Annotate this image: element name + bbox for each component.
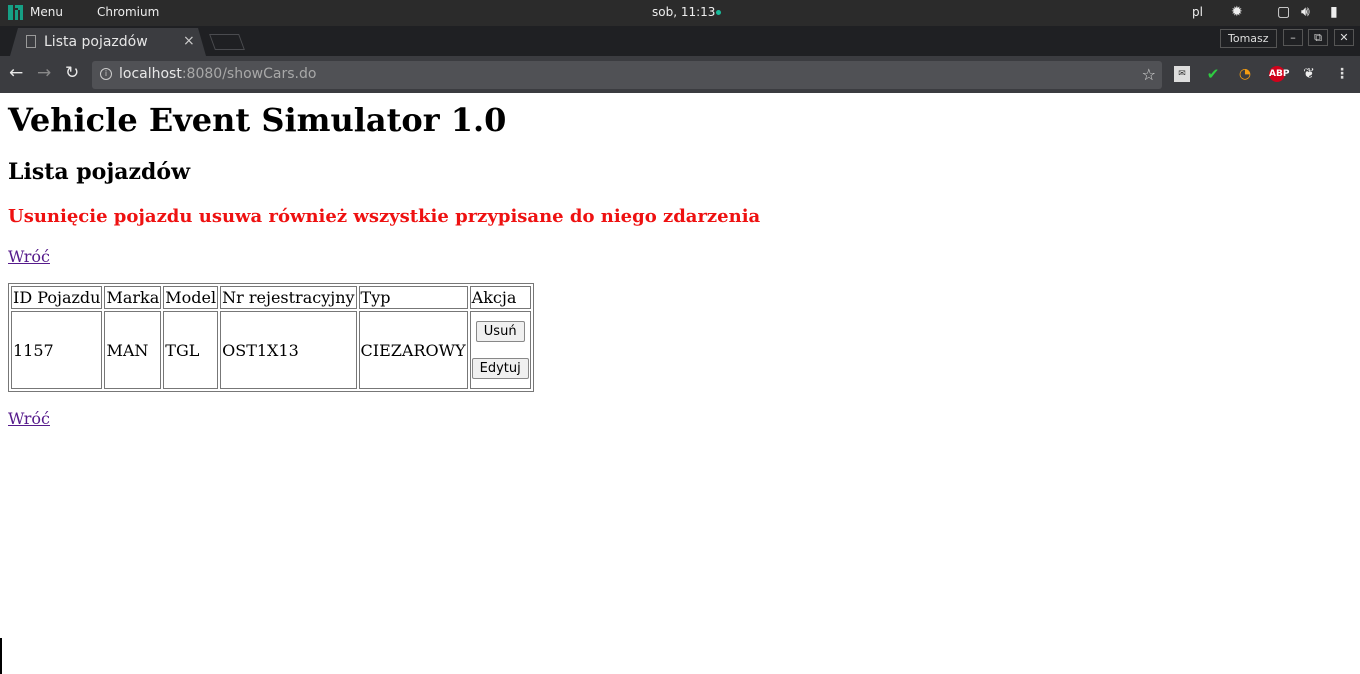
url-host: localhost — [119, 66, 182, 82]
header-action: Akcja — [469, 286, 531, 309]
menu-button[interactable]: Menu — [30, 5, 63, 19]
bookmark-star-icon[interactable]: ☆ — [1142, 65, 1156, 84]
tab-strip: Lista pojazdów × Tomasz – ⧉ ✕ — [0, 26, 1360, 56]
cell-model: TGL — [163, 311, 219, 389]
tab-close-icon[interactable]: × — [183, 33, 195, 49]
reload-icon[interactable]: ↻ — [65, 64, 79, 82]
notification-dot-icon — [716, 10, 721, 15]
table-row: 1157 MAN TGL OST1X13 CIEZAROWY Usuń Edyt… — [11, 311, 531, 389]
window-edge — [0, 638, 2, 674]
adblock-icon[interactable]: ABP — [1269, 66, 1289, 82]
cell-id: 1157 — [11, 311, 103, 389]
gnome-icon[interactable]: ❦ — [1301, 66, 1317, 82]
header-model: Model — [163, 286, 219, 309]
minimize-button[interactable]: – — [1283, 29, 1303, 46]
forward-arrow-icon[interactable]: → — [37, 64, 51, 82]
page-favicon-icon — [26, 35, 36, 48]
tab-title: Lista pojazdów — [44, 34, 148, 50]
mail-checker-icon[interactable]: ✉ — [1174, 66, 1190, 82]
cell-make: MAN — [104, 311, 162, 389]
table-header-row: ID Pojazdu Marka Model Nr rejestracyjny … — [11, 286, 531, 309]
keyboard-layout-indicator[interactable]: pl — [1192, 5, 1203, 19]
profile-button[interactable]: Tomasz — [1220, 29, 1277, 48]
cell-plate: OST1X13 — [220, 311, 357, 389]
back-arrow-icon[interactable]: ← — [9, 64, 23, 82]
page-content: Vehicle Event Simulator 1.0 Lista pojazd… — [0, 93, 1360, 674]
header-plate: Nr rejestracyjny — [220, 286, 357, 309]
site-info-icon[interactable]: i — [100, 68, 112, 80]
edit-button[interactable]: Edytuj — [471, 358, 529, 379]
new-tab-button[interactable] — [209, 34, 245, 50]
clock[interactable]: sob, 11:13 — [652, 5, 715, 19]
browser-toolbar: ← → ↻ i localhost:8080/showCars.do ☆ ✉ ✔… — [0, 56, 1360, 93]
url-path: :8080/showCars.do — [181, 66, 317, 82]
active-app-label[interactable]: Chromium — [97, 5, 159, 19]
close-window-button[interactable]: ✕ — [1334, 29, 1354, 46]
header-make: Marka — [104, 286, 162, 309]
vehicle-table: ID Pojazdu Marka Model Nr rejestracyjny … — [8, 283, 534, 392]
settings-gear-icon[interactable]: ✹ — [1231, 5, 1243, 20]
page-title: Vehicle Event Simulator 1.0 — [8, 101, 507, 139]
tab-lista-pojazdow[interactable]: Lista pojazdów × — [10, 28, 206, 56]
tick-icon[interactable]: ✔ — [1205, 66, 1221, 82]
delete-warning: Usunięcie pojazdu usuwa również wszystki… — [8, 206, 761, 227]
header-id: ID Pojazdu — [11, 286, 103, 309]
page-subtitle: Lista pojazdów — [8, 159, 191, 185]
browser-menu-icon[interactable]: ⋮ — [1334, 66, 1350, 82]
cell-type: CIEZAROWY — [358, 311, 468, 389]
header-type: Typ — [358, 286, 468, 309]
restore-button[interactable]: ⧉ — [1308, 29, 1328, 46]
cell-actions: Usuń Edytuj — [469, 311, 531, 389]
rss-icon[interactable]: ◔ — [1237, 66, 1253, 82]
system-panel: Menu Chromium sob, 11:13 pl ✹ ▢ 🔊︎ ▮ — [0, 0, 1360, 26]
back-link-top[interactable]: Wróć — [8, 247, 50, 266]
manjaro-logo-icon[interactable] — [8, 5, 23, 20]
battery-icon[interactable]: ▮ — [1330, 5, 1338, 20]
display-icon[interactable]: ▢ — [1277, 5, 1290, 20]
back-link-bottom[interactable]: Wróć — [8, 409, 50, 428]
delete-button[interactable]: Usuń — [475, 321, 525, 342]
address-bar[interactable]: i localhost:8080/showCars.do ☆ — [92, 61, 1162, 89]
url-text[interactable]: localhost:8080/showCars.do — [119, 66, 316, 82]
volume-icon[interactable]: 🔊︎ — [1301, 5, 1310, 20]
